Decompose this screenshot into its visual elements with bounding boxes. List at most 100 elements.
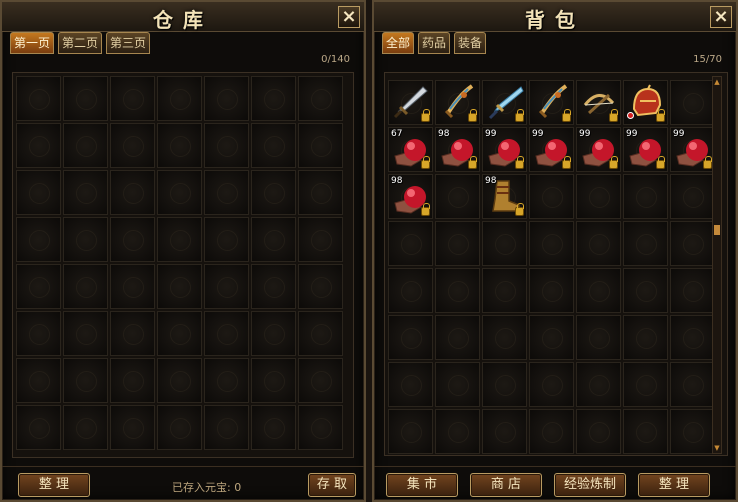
bag-slot[interactable]: 99	[670, 127, 715, 172]
warehouse-slot[interactable]	[16, 358, 61, 403]
bag-slot[interactable]	[482, 315, 527, 360]
bag-slot[interactable]	[576, 409, 621, 454]
bag-slot[interactable]: 98	[388, 174, 433, 219]
warehouse-slot[interactable]	[16, 217, 61, 262]
bag-slot[interactable]	[670, 315, 715, 360]
warehouse-slot[interactable]	[110, 311, 155, 356]
warehouse-slot[interactable]	[110, 123, 155, 168]
warehouse-slot[interactable]	[110, 217, 155, 262]
bag-titlebar[interactable]: 背包 ×	[374, 2, 736, 32]
warehouse-slot[interactable]	[110, 76, 155, 121]
warehouse-slot[interactable]	[16, 311, 61, 356]
warehouse-slot[interactable]	[298, 170, 343, 215]
warehouse-slot[interactable]	[63, 123, 108, 168]
bag-slot[interactable]: 99	[529, 127, 574, 172]
scroll-up-icon[interactable]: ▲	[713, 78, 721, 86]
bag-slot[interactable]	[388, 362, 433, 407]
bag-slot[interactable]	[482, 80, 527, 125]
bag-slot[interactable]	[435, 362, 480, 407]
tab-page-2[interactable]: 第二页	[58, 32, 103, 54]
bag-slot[interactable]	[576, 362, 621, 407]
tab-page-1[interactable]: 第一页	[10, 32, 55, 54]
warehouse-slot[interactable]	[298, 358, 343, 403]
warehouse-slot[interactable]	[63, 76, 108, 121]
tab-medicine[interactable]: 药品	[418, 32, 451, 54]
bag-slot[interactable]	[623, 409, 668, 454]
warehouse-slot[interactable]	[298, 311, 343, 356]
warehouse-slot[interactable]	[110, 264, 155, 309]
warehouse-slot[interactable]	[63, 264, 108, 309]
bag-slot[interactable]: 98	[435, 127, 480, 172]
bag-slot[interactable]	[529, 315, 574, 360]
warehouse-slot[interactable]	[157, 170, 202, 215]
warehouse-slot[interactable]	[298, 405, 343, 450]
bag-slot[interactable]	[388, 80, 433, 125]
bag-slot[interactable]	[623, 315, 668, 360]
bag-slot[interactable]	[482, 409, 527, 454]
market-button[interactable]: 集 市	[386, 473, 458, 497]
bag-slot[interactable]	[435, 409, 480, 454]
warehouse-slot[interactable]	[204, 358, 249, 403]
bag-slot[interactable]	[623, 80, 668, 125]
warehouse-slot[interactable]	[251, 170, 296, 215]
warehouse-slot[interactable]	[157, 311, 202, 356]
warehouse-slot[interactable]	[16, 76, 61, 121]
warehouse-slot[interactable]	[16, 123, 61, 168]
bag-slot[interactable]	[482, 221, 527, 266]
tab-page-3[interactable]: 第三页	[106, 32, 151, 54]
bag-slot[interactable]	[670, 409, 715, 454]
warehouse-sort-button[interactable]: 整 理	[18, 473, 90, 497]
bag-slot[interactable]	[623, 268, 668, 313]
warehouse-slot[interactable]	[16, 170, 61, 215]
bag-slot[interactable]: 99	[482, 127, 527, 172]
bag-slot[interactable]	[435, 174, 480, 219]
warehouse-slot[interactable]	[204, 76, 249, 121]
bag-slot[interactable]	[670, 221, 715, 266]
warehouse-slot[interactable]	[157, 123, 202, 168]
bag-slot[interactable]	[576, 268, 621, 313]
bag-scrollbar[interactable]: ▲ ▼	[712, 76, 722, 454]
warehouse-slot[interactable]	[251, 123, 296, 168]
warehouse-slot[interactable]	[157, 76, 202, 121]
warehouse-slot[interactable]	[157, 217, 202, 262]
warehouse-slot[interactable]	[110, 358, 155, 403]
warehouse-slot[interactable]	[251, 217, 296, 262]
warehouse-slot[interactable]	[204, 123, 249, 168]
warehouse-slot[interactable]	[16, 264, 61, 309]
warehouse-slot[interactable]	[63, 217, 108, 262]
bag-slot[interactable]	[529, 268, 574, 313]
bag-slot[interactable]	[576, 80, 621, 125]
warehouse-slot[interactable]	[251, 76, 296, 121]
warehouse-slot[interactable]	[251, 311, 296, 356]
shop-button[interactable]: 商 店	[470, 473, 542, 497]
warehouse-close-icon[interactable]: ×	[338, 6, 360, 28]
bag-slot[interactable]	[482, 268, 527, 313]
warehouse-slot[interactable]	[157, 264, 202, 309]
warehouse-slot[interactable]	[251, 264, 296, 309]
bag-slot[interactable]	[623, 221, 668, 266]
bag-slot[interactable]	[529, 362, 574, 407]
warehouse-slot[interactable]	[251, 358, 296, 403]
scroll-down-icon[interactable]: ▼	[713, 444, 721, 452]
bag-slot[interactable]	[435, 268, 480, 313]
bag-slot[interactable]	[623, 362, 668, 407]
warehouse-slot[interactable]	[298, 264, 343, 309]
bag-slot[interactable]	[670, 362, 715, 407]
tab-equipment[interactable]: 装备	[454, 32, 487, 54]
bag-slot[interactable]	[576, 315, 621, 360]
warehouse-slot[interactable]	[63, 311, 108, 356]
bag-slot[interactable]	[529, 221, 574, 266]
warehouse-slot[interactable]	[16, 405, 61, 450]
bag-slot[interactable]	[435, 80, 480, 125]
warehouse-slot[interactable]	[251, 405, 296, 450]
bag-slot[interactable]	[435, 315, 480, 360]
warehouse-slot[interactable]	[63, 405, 108, 450]
bag-slot[interactable]	[482, 362, 527, 407]
bag-slot[interactable]	[529, 409, 574, 454]
warehouse-slot[interactable]	[204, 217, 249, 262]
bag-slot[interactable]	[623, 174, 668, 219]
warehouse-slot[interactable]	[204, 170, 249, 215]
bag-slot[interactable]: 98	[482, 174, 527, 219]
warehouse-slot[interactable]	[298, 76, 343, 121]
bag-slot[interactable]	[388, 221, 433, 266]
